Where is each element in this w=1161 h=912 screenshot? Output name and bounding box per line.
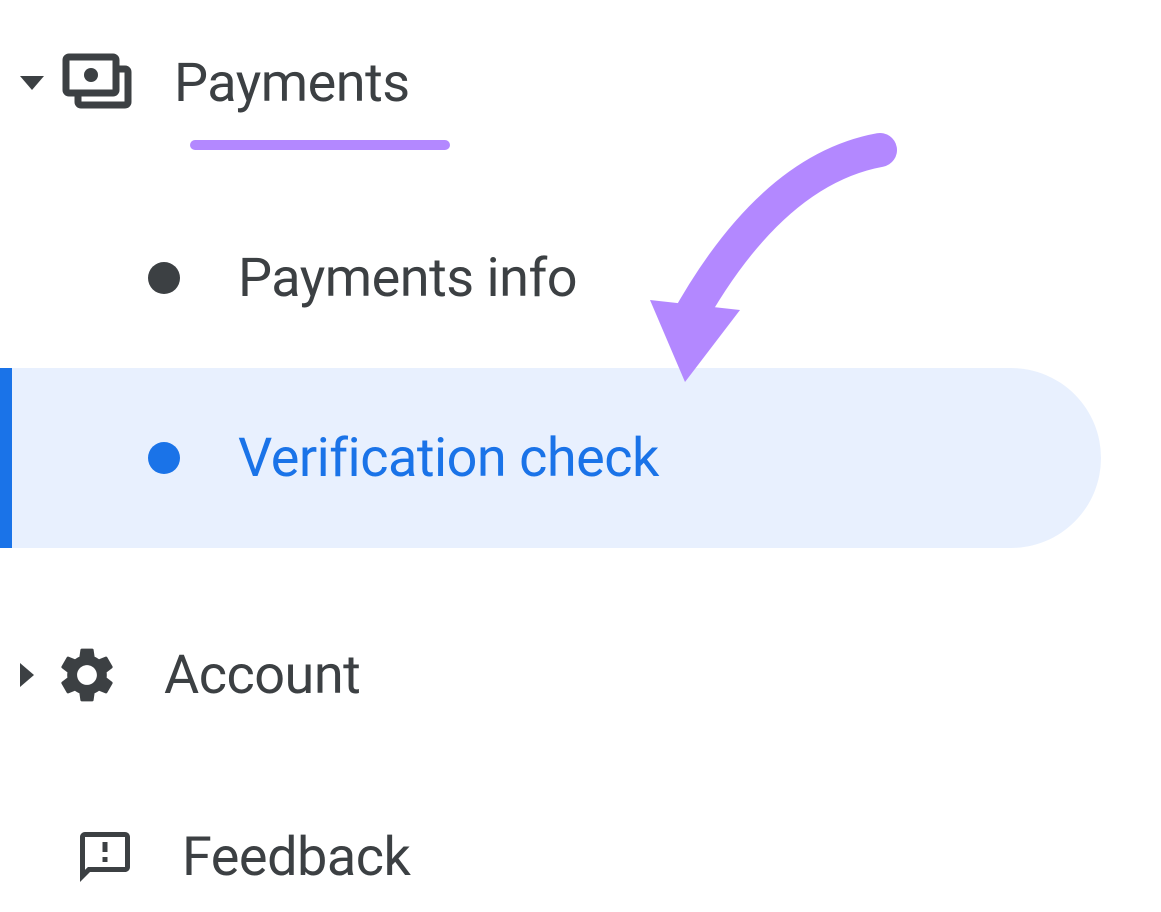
nav-label-payments: Payments — [174, 52, 410, 115]
nav-label-account: Account — [164, 644, 360, 707]
gear-icon — [52, 640, 122, 710]
annotation-underline — [190, 140, 450, 150]
feedback-icon — [70, 822, 140, 892]
nav-label-payments-info: Payments info — [238, 247, 577, 310]
nav-item-payments-info[interactable]: Payments info — [0, 188, 1161, 368]
nav-label-verification-check: Verification check — [238, 427, 659, 490]
nav-item-account[interactable]: Account — [0, 620, 1161, 730]
sidebar-nav: Payments Payments info Verification chec… — [0, 0, 1161, 912]
bullet-icon — [148, 442, 180, 474]
nav-label-feedback: Feedback — [182, 826, 410, 889]
chevron-right-icon — [20, 663, 34, 687]
nav-item-payments[interactable]: Payments — [0, 28, 1161, 138]
nav-item-feedback[interactable]: Feedback — [0, 802, 1161, 912]
payments-icon — [62, 48, 132, 118]
bullet-icon — [148, 262, 180, 294]
chevron-down-icon — [20, 76, 44, 90]
nav-item-verification-check[interactable]: Verification check — [0, 368, 1101, 548]
